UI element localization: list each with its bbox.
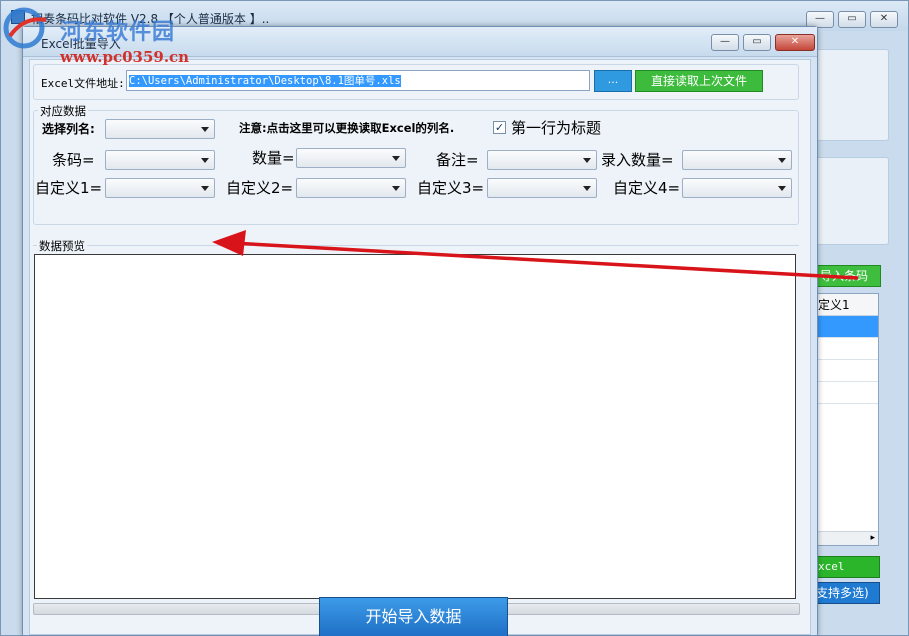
- main-close-button[interactable]: ✕: [870, 11, 898, 28]
- export-excel-button[interactable]: xcel: [809, 556, 880, 578]
- column-mapping-group: 对应数据 选择列名: 注意:点击这里可以更换读取Excel的列名. ✓ 第一行为…: [33, 103, 799, 225]
- quantity-column-dropdown[interactable]: [296, 148, 406, 168]
- custom1-column-dropdown[interactable]: [105, 178, 215, 198]
- custom2-column-dropdown[interactable]: [296, 178, 406, 198]
- select-column-dropdown[interactable]: [105, 119, 215, 139]
- list-item[interactable]: [810, 316, 878, 338]
- main-panel-top: [811, 49, 889, 141]
- barcode-column-dropdown[interactable]: [105, 150, 215, 170]
- browse-file-button[interactable]: ...: [594, 70, 632, 92]
- data-preview-grid[interactable]: [34, 254, 796, 599]
- dialog-maximize-button[interactable]: ▭: [743, 34, 771, 51]
- preview-group-label: 数据预览: [37, 238, 87, 254]
- file-path-input[interactable]: C:\Users\Administrator\Desktop\8.1图单号.xl…: [126, 70, 590, 91]
- entered-qty-field-label: 录入数量=: [601, 151, 674, 169]
- remark-column-dropdown[interactable]: [487, 150, 597, 170]
- custom3-field-label: 自定义3=: [417, 179, 485, 197]
- list-horizontal-scrollbar[interactable]: ▸: [810, 531, 878, 545]
- watermark-url: www.pc0359.cn: [60, 48, 190, 66]
- custom4-column-dropdown[interactable]: [682, 178, 792, 198]
- list-item[interactable]: [810, 338, 878, 360]
- select-column-label: 选择列名:: [42, 122, 95, 136]
- dialog-close-button[interactable]: ✕: [775, 34, 815, 51]
- file-path-group: Excel文件地址: C:\Users\Administrator\Deskto…: [33, 64, 799, 100]
- dialog-minimize-button[interactable]: —: [711, 34, 739, 51]
- custom2-field-label: 自定义2=: [226, 179, 294, 197]
- start-import-button[interactable]: 开始导入数据: [319, 597, 508, 636]
- mapping-group-label: 对应数据: [38, 103, 88, 119]
- main-panel-mid: [811, 157, 889, 245]
- multi-select-button[interactable]: 支持多选): [809, 582, 880, 604]
- first-row-header-label[interactable]: 第一行为标题: [511, 117, 601, 138]
- custom1-field-label: 自定义1=: [35, 179, 103, 197]
- list-item[interactable]: [810, 382, 878, 404]
- barcode-field-label: 条码=: [52, 151, 95, 169]
- quantity-field-label: 数量=: [252, 149, 295, 167]
- custom3-column-dropdown[interactable]: [487, 178, 597, 198]
- watermark-site-name: 河东软件园: [60, 19, 176, 45]
- list-item[interactable]: [810, 360, 878, 382]
- dialog-body: Excel文件地址: C:\Users\Administrator\Deskto…: [29, 59, 811, 635]
- main-maximize-button[interactable]: ▭: [838, 11, 866, 28]
- import-barcode-button[interactable]: 导入条码: [809, 265, 881, 287]
- file-path-value: C:\Users\Administrator\Desktop\8.1图单号.xl…: [129, 75, 401, 87]
- custom4-field-label: 自定义4=: [613, 179, 681, 197]
- entered-qty-column-dropdown[interactable]: [682, 150, 792, 170]
- main-list[interactable]: 定义1 ▸: [809, 293, 879, 546]
- first-row-header-checkbox[interactable]: ✓: [493, 121, 506, 134]
- file-path-label: Excel文件地址:: [41, 77, 125, 90]
- read-last-file-button[interactable]: 直接读取上次文件: [635, 70, 763, 92]
- remark-field-label: 备注=: [436, 151, 479, 169]
- scroll-right-icon[interactable]: ▸: [870, 533, 875, 543]
- watermark-logo-icon: [3, 7, 47, 49]
- excel-import-dialog: Excel批量导入 — ▭ ✕ Excel文件地址: C:\Users\Admi…: [22, 26, 818, 636]
- column-note-link[interactable]: 注意:点击这里可以更换读取Excel的列名.: [239, 120, 454, 136]
- list-header-custom1[interactable]: 定义1: [810, 294, 878, 316]
